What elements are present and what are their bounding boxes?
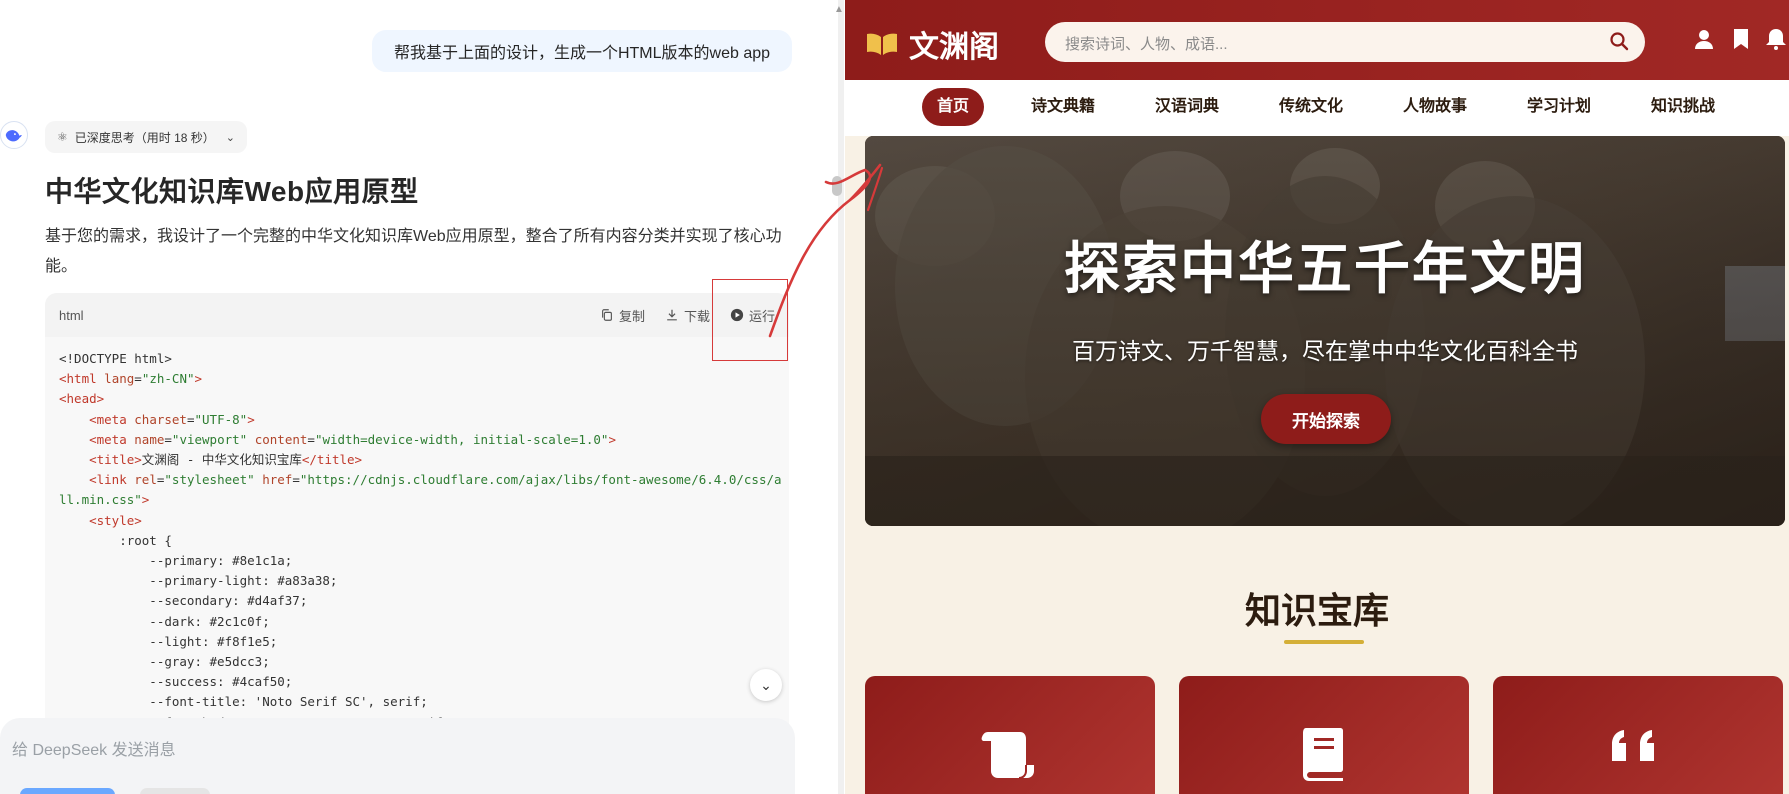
hero-banner: 探索中华五千年文明 百万诗文、万千智慧，尽在掌中中华文化百科全书 开始探索 bbox=[865, 136, 1785, 526]
bookmark-icon[interactable] bbox=[1730, 28, 1752, 50]
deep-think-mode-button[interactable] bbox=[20, 788, 115, 794]
user-icon[interactable] bbox=[1693, 28, 1715, 50]
scroll-icon bbox=[981, 732, 1034, 779]
user-message-bubble: 帮我基于上面的设计，生成一个HTML版本的web app bbox=[372, 30, 792, 72]
site-logo[interactable]: 文渊阁 bbox=[865, 22, 999, 66]
whale-icon bbox=[5, 130, 22, 142]
nav-item-home[interactable]: 首页 bbox=[922, 88, 984, 126]
copy-button[interactable]: 复制 bbox=[600, 306, 645, 325]
category-card-dictionary[interactable] bbox=[1179, 676, 1469, 794]
category-card-poetry[interactable] bbox=[865, 676, 1155, 794]
deepseek-avatar bbox=[0, 121, 28, 149]
open-book-icon bbox=[867, 33, 897, 55]
chevron-down-icon: ⌄ bbox=[760, 676, 772, 693]
quote-icon bbox=[1612, 730, 1654, 761]
code-content: <!DOCTYPE html> <html lang="zh-CN"> <hea… bbox=[59, 351, 782, 730]
collapse-arrow-icon[interactable]: ▲ bbox=[834, 4, 844, 15]
section-underline bbox=[1284, 640, 1364, 644]
atom-icon: ⚛ bbox=[57, 130, 68, 144]
download-icon bbox=[667, 309, 677, 321]
search-placeholder: 搜索诗词、人物、成语... bbox=[1065, 36, 1228, 53]
pane-divider[interactable] bbox=[838, 0, 844, 794]
book-icon bbox=[1303, 728, 1343, 781]
nav-item-study-plan[interactable]: 学习计划 bbox=[1513, 88, 1605, 126]
nav-item-challenge[interactable]: 知识挑战 bbox=[1637, 88, 1729, 126]
download-button[interactable]: 下载 bbox=[665, 306, 710, 325]
start-explore-button[interactable]: 开始探索 bbox=[1261, 394, 1391, 444]
composer-placeholder: 给 DeepSeek 发送消息 bbox=[12, 742, 176, 759]
hero-background-image bbox=[865, 136, 1785, 526]
search-input[interactable]: 搜索诗词、人物、成语... bbox=[1045, 22, 1645, 62]
scroll-down-button[interactable]: ⌄ bbox=[750, 669, 782, 701]
section-title: 知识宝库 bbox=[1244, 590, 1389, 632]
site-header: 文渊阁 搜索诗词、人物、成语... bbox=[845, 0, 1789, 80]
download-label: 下载 bbox=[683, 308, 710, 324]
nav-item-classics[interactable]: 诗文典籍 bbox=[1017, 88, 1109, 126]
code-language-label: html bbox=[59, 307, 84, 323]
nav-item-stories[interactable]: 人物故事 bbox=[1389, 88, 1481, 126]
copy-label: 复制 bbox=[618, 308, 645, 324]
nav-item-dictionary[interactable]: 汉语词典 bbox=[1141, 88, 1233, 126]
nav-item-culture[interactable]: 传统文化 bbox=[1265, 88, 1357, 126]
message-composer[interactable]: 给 DeepSeek 发送消息 bbox=[0, 718, 795, 794]
chat-pane: 帮我基于上面的设计，生成一个HTML版本的web app ⚛ 已深度思考（用时 … bbox=[0, 0, 845, 794]
deep-think-toggle[interactable]: ⚛ 已深度思考（用时 18 秒） ⌄ bbox=[45, 121, 248, 153]
code-block-header: html 复制 下载 运行 bbox=[45, 293, 789, 337]
hero-subtitle: 百万诗文、万千智慧，尽在掌中中华文化百科全书 bbox=[1072, 338, 1578, 364]
hero-title: 探索中华五千年文明 bbox=[1064, 236, 1586, 302]
web-search-mode-button[interactable] bbox=[140, 788, 210, 794]
user-message-text: 帮我基于上面的设计，生成一个HTML版本的web app bbox=[393, 45, 771, 62]
logo-text: 文渊阁 bbox=[909, 30, 999, 65]
preview-pane: 文渊阁 搜索诗词、人物、成语... 首页 诗文典籍 汉语词典 传统文化 人物故事… bbox=[845, 0, 1789, 794]
deep-think-label: 已深度思考（用时 18 秒） bbox=[74, 130, 215, 145]
annotation-highlight-box bbox=[712, 279, 788, 361]
search-icon[interactable] bbox=[1609, 31, 1629, 51]
category-card-quotes[interactable] bbox=[1493, 676, 1783, 794]
code-block: html 复制 下载 运行 <!DOCTYPE html> <html lang… bbox=[45, 293, 789, 763]
pane-resize-handle[interactable] bbox=[832, 176, 842, 196]
bell-icon[interactable] bbox=[1765, 28, 1787, 50]
chevron-down-icon: ⌄ bbox=[225, 131, 236, 144]
answer-paragraph: 基于您的需求，我设计了一个完整的中华文化知识库Web应用原型，整合了所有内容分类… bbox=[45, 228, 782, 275]
answer-title: 中华文化知识库Web应用原型 bbox=[45, 176, 419, 207]
copy-icon bbox=[602, 309, 612, 321]
